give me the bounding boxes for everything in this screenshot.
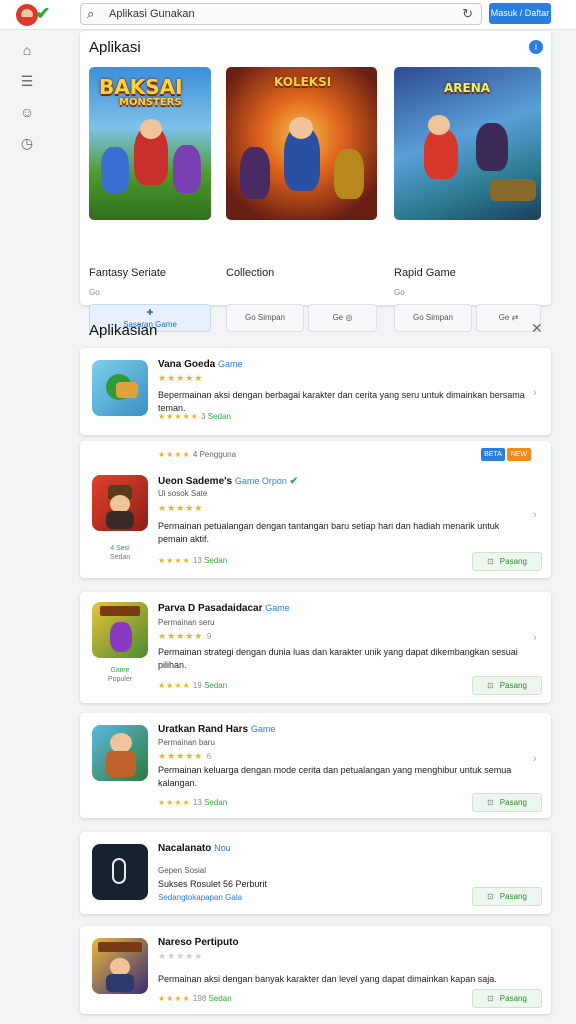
app-subtitle: Gepen Sosial [158,866,207,875]
app-footer: ★★★★ 13 Sedan [158,556,228,565]
clock-icon[interactable]: ◷ [19,135,35,151]
game-art-image: KOLEKSI [226,67,377,220]
app-subtitle: Permainan seru [158,618,215,627]
chevron-right-icon[interactable]: › [533,632,537,644]
lock-icon: ⊡ [487,681,494,690]
card-meta: Go [89,288,100,297]
info-badge-icon[interactable]: i [529,40,543,54]
card-meta: Go [394,288,405,297]
app-link[interactable]: Sedangtokapapan Gala [158,893,242,902]
rating-stars: ★★★★★ [158,503,204,513]
featured-panel: Aplikasi i BAKSAI MONSTERS Fantasy Seria… [80,31,551,332]
chevron-right-icon[interactable]: › [533,387,537,399]
chevron-right-icon[interactable]: › [533,753,537,765]
search-bar[interactable]: ⌕ ↻ [80,3,482,25]
install-button[interactable]: ⊡ Pasang [472,793,542,812]
app-footer: ★★★★ 198 Sedan [158,994,232,1003]
install-button[interactable]: ⊡ Pasang [472,552,542,571]
search-icon[interactable]: ⌕ [87,6,94,22]
app-title: Uratkan Rand Hars Game [158,724,276,735]
list-item[interactable]: ★★★★ 4 Pengguna BETA NEW Ueon Sademe's G… [80,441,551,578]
list-item[interactable]: Nareso Pertiputo ★★★★★ Permainan aksi de… [80,926,551,1014]
app-description: Permainan aksi dengan banyak karakter da… [158,974,497,984]
close-icon[interactable]: ✕ [531,320,543,337]
apps-section-header: Aplikasian ✕ [80,316,551,346]
search-input[interactable] [109,6,449,22]
app-title: Nareso Pertiputo [158,937,239,948]
app-description: Permainan strategi dengan dunia luas dan… [158,647,518,670]
app-footer: ★★★★★ 3 Sedan [158,412,231,421]
app-description: Permainan petualangan dengan tantangan b… [158,521,500,544]
app-logo[interactable] [16,4,38,26]
app-title: Ueon Sademe's Game Orpon ✔ [158,476,299,487]
verified-check-icon: ✔ [36,4,51,23]
top-bar: ✔ ⌕ ↻ Masuk / Daftar [0,0,576,30]
rating-stars: ★★★★★ [158,373,204,383]
install-button[interactable]: ⊡ Pasang [472,887,542,906]
apps-title: Aplikasian [89,322,158,339]
featured-title: Aplikasi [89,39,141,56]
app-icon [92,938,148,994]
app-title: Nacalanato Nou [158,843,231,854]
login-button[interactable]: Masuk / Daftar [489,3,551,24]
game-art-image: BAKSAI MONSTERS [89,67,211,220]
list-item[interactable]: Vana Goeda Game ★★★★★ Bepermainan aksi d… [80,348,551,435]
app-title: Vana Goeda Game [158,359,243,370]
lock-icon: ⊡ [487,994,494,1003]
app-icon-caption: 4 Sesi Sedan [109,545,131,561]
lock-icon: ⊡ [487,798,494,807]
app-icon [92,844,148,900]
app-subtitle: Ui sosok Sate [158,489,208,498]
rating-stars: ★★★★★ 6 [158,751,212,761]
card-name: Collection [226,267,275,279]
app-icon-caption: Game Populer [107,667,133,683]
chevron-right-icon[interactable]: › [533,509,537,521]
card-name: Fantasy Seriate [89,267,167,279]
app-icon [92,725,148,781]
list-item[interactable]: Uratkan Rand Hars Game Permainan baru ★★… [80,713,551,818]
install-button[interactable]: ⊡ Pasang [472,989,542,1008]
lock-icon: ⊡ [487,892,494,901]
app-footer: ★★★★ 13 Sedan [158,798,228,807]
app-footer: ★★★★ 19 Sedan [158,681,228,690]
app-title: Parva D Pasadaidacar Game [158,603,290,614]
beta-chip: BETA [481,448,505,461]
app-description: Permainan keluarga dengan mode cerita da… [158,765,512,788]
app-icon [92,602,148,658]
app-icon [92,360,148,416]
rating-stars: ★★★★★ [158,951,204,961]
list-item[interactable]: Nacalanato Nou Gepen Sosial Sukses Rosul… [80,832,551,914]
people-icon[interactable]: ☺ [19,104,35,120]
install-button[interactable]: ⊡ Pasang [472,676,542,695]
game-art-image: ARENA [394,67,541,220]
list-item[interactable]: Parva D Pasadaidacar Game Permainan seru… [80,592,551,703]
app-icon [92,475,148,531]
card-name: Rapid Game [394,267,456,279]
new-chip: NEW [507,448,531,461]
home-icon[interactable]: ⌂ [19,42,35,58]
rating-stars: ★★★★★ 9 [158,631,212,641]
refresh-icon[interactable]: ↻ [462,6,473,22]
app-stats: Sukses Rosulet 56 Perburit [158,879,268,889]
app-subtitle: Permainan baru [158,738,215,747]
list-icon[interactable]: ☰ [19,73,35,89]
lock-icon: ⊡ [487,557,494,566]
pre-rating: ★★★★ 4 Pengguna [158,450,237,459]
